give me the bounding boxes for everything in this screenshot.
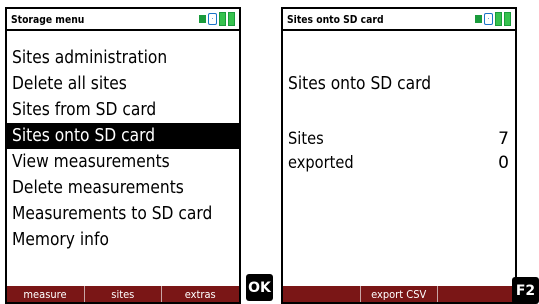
menu-item-sites-from-sd-card[interactable]: Sites from SD card [7,97,239,123]
storage-menu-screen: Storage menu · Sites administration Dele… [5,7,241,304]
status-icons: · [475,12,511,26]
menu-item-memory-info[interactable]: Memory info [7,227,239,253]
battery-icon [219,12,226,26]
sites-count-row: Sites 7 [288,127,509,151]
softkey-extras[interactable]: extras [161,286,239,302]
exported-label: exported [288,153,354,173]
battery-icon [495,12,502,26]
battery-icon [504,12,511,26]
indicator-icon [199,15,206,23]
menu-item-delete-all-sites[interactable]: Delete all sites [7,71,239,97]
softkey-empty-left[interactable] [283,286,360,302]
storage-menu-list: Sites administration Delete all sites Si… [7,45,239,253]
screen-title: Sites onto SD card [287,12,384,26]
sd-card-icon: · [208,13,217,25]
screen-heading: Sites onto SD card [288,73,432,94]
indicator-icon [475,15,482,23]
menu-item-measurements-to-sd-card[interactable]: Measurements to SD card [7,201,239,227]
exported-count-row: exported 0 [288,151,509,175]
sites-onto-sd-card-screen: Sites onto SD card · Sites onto SD card … [281,7,517,304]
status-icons: · [199,12,235,26]
softkey-empty-right[interactable] [437,286,515,302]
menu-item-sites-onto-sd-card[interactable]: Sites onto SD card [7,123,239,149]
sd-card-icon: · [484,13,493,25]
screen-title: Storage menu [11,12,85,26]
sites-value: 7 [498,129,509,149]
softkey-sites[interactable]: sites [83,286,162,302]
sites-label: Sites [288,129,324,149]
title-bar: Storage menu · [7,9,239,31]
menu-item-view-measurements[interactable]: View measurements [7,149,239,175]
softkey-export-csv[interactable]: export CSV [359,286,438,302]
ok-key[interactable]: OK [246,274,273,301]
softkey-bar: export CSV [283,286,515,302]
battery-icon [228,12,235,26]
softkey-bar: measure sites extras [7,286,239,302]
softkey-measure[interactable]: measure [7,286,84,302]
menu-item-delete-measurements[interactable]: Delete measurements [7,175,239,201]
exported-value: 0 [498,153,509,173]
title-bar: Sites onto SD card · [283,9,515,31]
menu-item-sites-administration[interactable]: Sites administration [7,45,239,71]
f2-key[interactable]: F2 [512,277,539,304]
